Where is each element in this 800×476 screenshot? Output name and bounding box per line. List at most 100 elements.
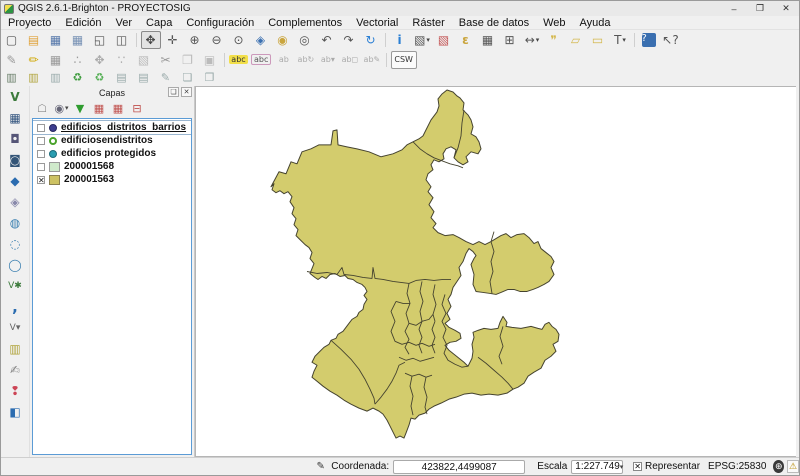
annotation-tool-icon[interactable]: ❢ [4, 380, 26, 401]
import-document-icon[interactable]: ▤ [134, 70, 154, 85]
scale-combo[interactable]: 1:227.749 ▾ [571, 460, 623, 474]
new-shapefile-layer-icon[interactable]: V✱ [4, 275, 26, 296]
panel-close-button[interactable]: ✕ [181, 87, 192, 97]
python-console-icon[interactable]: ◧ [4, 401, 26, 422]
sketch-tool-icon[interactable]: ✎ [156, 70, 176, 85]
add-wms-layer-icon[interactable]: ◍ [4, 212, 26, 233]
new-bookmark-icon[interactable]: ▱ [566, 31, 586, 49]
minimize-button[interactable]: – [721, 1, 747, 16]
add-oracle-layer-icon[interactable]: ◈ [4, 191, 26, 212]
measure-icon[interactable]: ↔▾ [522, 31, 542, 49]
zoom-out-icon[interactable]: ⊖ [207, 31, 227, 49]
identify-features-icon[interactable]: i [390, 31, 410, 49]
select-features-icon[interactable]: ▧▾ [412, 31, 432, 49]
layer-visibility-checkbox[interactable]: ✕ [37, 176, 45, 184]
node-tool-icon[interactable]: ∵ [112, 51, 132, 69]
harvest-service-icon[interactable]: ♻ [90, 70, 110, 85]
layer-visibility-checkbox[interactable] [37, 163, 45, 171]
remove-layer-icon[interactable]: ⊟ [129, 100, 146, 116]
export-document-icon[interactable]: ▤ [112, 70, 132, 85]
add-raster-layer-icon[interactable]: ▦ [4, 107, 26, 128]
composer-manager-icon[interactable]: ◫ [112, 31, 132, 49]
select-by-expression-icon[interactable]: ε [456, 31, 476, 49]
collapse-all-icon[interactable]: ▦ [110, 100, 127, 116]
current-edits-icon[interactable]: ✎ [2, 51, 22, 69]
convert-to-offline-icon[interactable]: ▥ [2, 70, 22, 85]
zoom-in-icon[interactable]: ⊕ [185, 31, 205, 49]
move-feature-icon[interactable]: ✥ [90, 51, 110, 69]
menu-item[interactable]: Configuración [179, 17, 261, 29]
zoom-native-icon[interactable]: ⊙ [229, 31, 249, 49]
help-icon[interactable]: ? [639, 31, 659, 49]
synchronize-offline-icon[interactable]: ▥ [24, 70, 44, 85]
text-annotation-icon[interactable]: T▾ [610, 31, 630, 49]
add-feature-icon[interactable]: ∴ [68, 51, 88, 69]
zoom-next-icon[interactable]: ↷ [339, 31, 359, 49]
add-vector-layer-icon[interactable]: V [4, 86, 26, 107]
manage-visibility-icon[interactable]: ◉▾ [53, 100, 70, 116]
menu-item[interactable]: Edición [58, 17, 108, 29]
search-catalog-icon[interactable]: ♻ [68, 70, 88, 85]
crs-status-icon[interactable]: ⊕ [773, 460, 784, 473]
label-properties-icon[interactable]: ab✎ [362, 51, 382, 69]
menu-item[interactable]: Web [536, 17, 572, 29]
panel-float-button[interactable]: ❏ [168, 87, 179, 97]
label-move-icon[interactable]: ab [274, 51, 294, 69]
save-layer-edits-icon[interactable]: ▦ [46, 51, 66, 69]
show-bookmarks-icon[interactable]: ▭ [588, 31, 608, 49]
whats-this-icon[interactable]: ↖? [661, 31, 681, 49]
touch-zoom-icon[interactable]: ✛ [163, 31, 183, 49]
add-wcs-layer-icon[interactable]: ◌ [4, 233, 26, 254]
pan-map-icon[interactable]: ✥ [141, 31, 161, 49]
menu-item[interactable]: Base de datos [452, 17, 536, 29]
layer-visibility-checkbox[interactable] [37, 137, 45, 145]
layer-row[interactable]: edificios_distritos_barrios [33, 121, 191, 134]
copy-features-icon[interactable]: ❐ [178, 51, 198, 69]
add-postgis-layer-icon[interactable]: ◙ [4, 149, 26, 170]
close-button[interactable]: ✕ [773, 1, 799, 16]
label-show-hide-icon[interactable]: ab◻ [340, 51, 360, 69]
toggle-extents-icon[interactable]: ✎ [314, 460, 327, 474]
add-spatialite-layer-icon[interactable]: ◘ [4, 128, 26, 149]
save-project-icon[interactable]: ▦ [46, 31, 66, 49]
zoom-to-layer-icon[interactable]: ◎ [295, 31, 315, 49]
map-tips-icon[interactable]: ❞ [544, 31, 564, 49]
menu-item[interactable]: Ver [109, 17, 140, 29]
filter-legend-icon[interactable]: ▼ [72, 100, 89, 116]
layer-row[interactable]: edificios protegidos [33, 147, 191, 160]
labeling-options-icon[interactable]: abc [251, 51, 272, 69]
expand-all-icon[interactable]: ▦ [91, 100, 108, 116]
open-document-icon[interactable]: ❏ [178, 70, 198, 85]
add-delimited-text-layer-icon[interactable]: , [4, 296, 26, 317]
save-project-as-icon[interactable]: ▦ [68, 31, 88, 49]
toggle-editing-icon[interactable]: ✏ [24, 51, 44, 69]
label-rotate-icon[interactable]: ab↻ [296, 51, 316, 69]
menu-item[interactable]: Capa [139, 17, 179, 29]
deselect-features-icon[interactable]: ▧ [434, 31, 454, 49]
db-manager-icon[interactable]: ▥ [4, 338, 26, 359]
layer-labeling-icon[interactable]: abc [229, 51, 249, 69]
csw-metasearch-icon[interactable]: CSW [391, 51, 417, 69]
menu-item[interactable]: Complementos [261, 17, 349, 29]
delete-selected-icon[interactable]: ▧ [134, 51, 154, 69]
add-wfs-layer-icon[interactable]: ◯ [4, 254, 26, 275]
menu-item[interactable]: Ráster [405, 17, 451, 29]
menu-item[interactable]: Ayuda [573, 17, 618, 29]
layer-row[interactable]: ✕ 200001563 [33, 173, 191, 186]
layer-row[interactable]: edificiosendistritos [33, 134, 191, 147]
add-virtual-layer-icon[interactable]: V▾ [4, 317, 26, 338]
map-canvas[interactable] [195, 86, 796, 457]
layer-visibility-checkbox[interactable] [37, 124, 45, 132]
maximize-button[interactable]: ❐ [747, 1, 773, 16]
menu-item[interactable]: Proyecto [1, 17, 58, 29]
field-calculator-icon[interactable]: ⊞ [500, 31, 520, 49]
new-composer-icon[interactable]: ◱ [90, 31, 110, 49]
zoom-to-selection-icon[interactable]: ◉ [273, 31, 293, 49]
paste-features-icon[interactable]: ▣ [200, 51, 220, 69]
add-mssql-layer-icon[interactable]: ◆ [4, 170, 26, 191]
offline-project-icon[interactable]: ▥ [46, 70, 66, 85]
zoom-full-icon[interactable]: ◈ [251, 31, 271, 49]
messages-icon[interactable]: ⚠ [787, 460, 799, 473]
open-project-icon[interactable]: ▤ [24, 31, 44, 49]
layer-visibility-checkbox[interactable] [37, 150, 45, 158]
